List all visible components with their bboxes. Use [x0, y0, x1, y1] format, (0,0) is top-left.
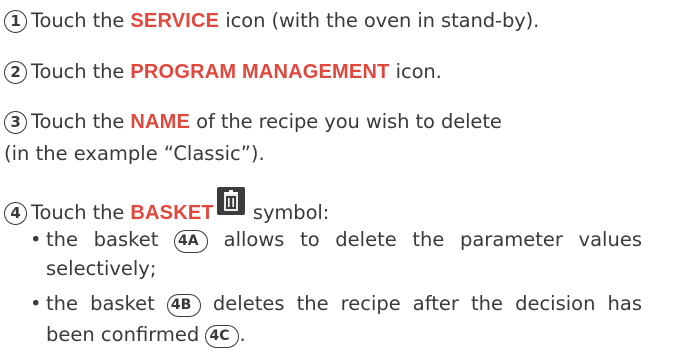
step-3-text-before: Touch the [31, 110, 131, 133]
step-4-keyword: BASKET [130, 202, 214, 224]
bullet-item-1: • the basket 4A allows to delete the par… [30, 225, 642, 285]
step-3-continuation: (in the example “Classic”). [4, 142, 265, 165]
bullet-2-text-after: deletes the recipe after the decision ha… [200, 292, 642, 315]
bullet-1-text-before: the basket [46, 228, 174, 251]
step-4-text-before: Touch the [31, 201, 131, 224]
step-1-keyword: SERVICE [130, 10, 220, 32]
callout-4c: 4C [205, 325, 240, 348]
bullet-2-line-2-after: . [239, 323, 246, 346]
trash-icon [216, 187, 245, 215]
callout-4a: 4A [174, 230, 208, 253]
bullet-marker: • [30, 292, 42, 315]
step-number-2: 2 [4, 61, 27, 84]
step-3-text-after: of the recipe you wish to delete [190, 110, 502, 133]
bullet-1-line-1: the basket 4A allows to delete the param… [46, 225, 642, 254]
callout-4b: 4B [166, 294, 201, 317]
step-2-keyword: PROGRAM MANAGEMENT [130, 61, 390, 83]
step-number-4: 4 [4, 202, 27, 225]
step-number-3: 3 [4, 111, 27, 134]
step-3-keyword: NAME [130, 111, 191, 133]
bullet-2-line-1: the basket 4B deletes the recipe after t… [46, 289, 642, 318]
step-2-text-after: icon. [389, 60, 442, 83]
step-3: 3 Touch the NAME of the recipe you wish t… [4, 107, 502, 137]
step-2: 2 Touch the PROGRAM MANAGEMENT icon. [4, 57, 442, 87]
step-2-text-before: Touch the [31, 60, 131, 83]
bullet-1-line-2: selectively; [46, 257, 157, 280]
step-4: 4 Touch the BASKET symbol: [4, 187, 330, 228]
instruction-page: 1 Touch the SERVICE icon (with the oven i… [0, 0, 679, 352]
bullet-2-text-before: the basket [46, 292, 167, 315]
bullet-2-line-2: been confirmed 4C. [46, 320, 642, 349]
step-1-text-after: icon (with the oven in stand-by). [219, 9, 540, 32]
step-1: 1 Touch the SERVICE icon (with the oven i… [4, 6, 539, 36]
step-4-text-after: symbol: [246, 201, 330, 224]
step-number-1: 1 [4, 10, 27, 33]
bullet-2-line-2-before: been confirmed [46, 323, 206, 346]
bullet-marker: • [30, 228, 42, 251]
bullet-item-2: • the basket 4B deletes the recipe after… [30, 289, 642, 351]
bullet-1-text-after: allows to delete the parameter values [208, 228, 642, 251]
step-1-text-before: Touch the [31, 9, 131, 32]
